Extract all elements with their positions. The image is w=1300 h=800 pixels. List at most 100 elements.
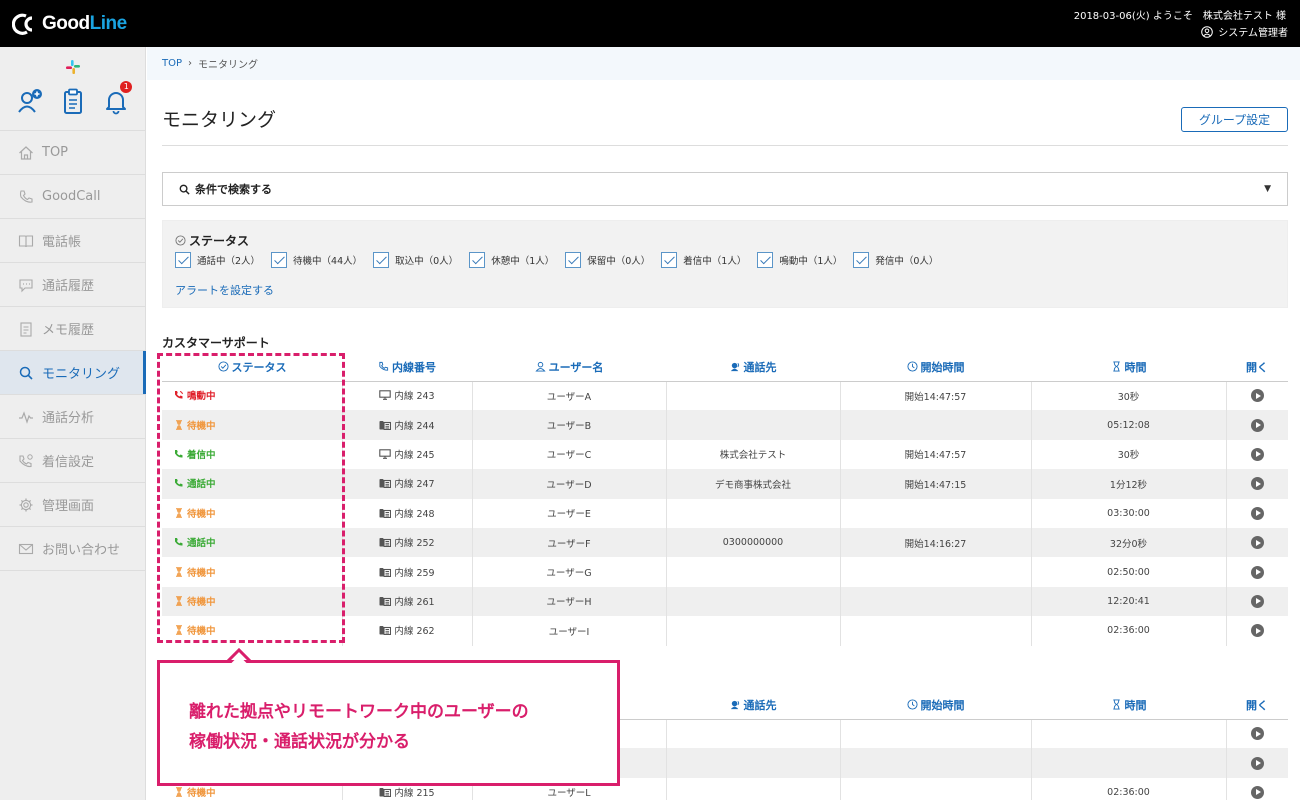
open-cell — [1226, 440, 1288, 469]
sidebar-item-incoming-settings[interactable]: 着信設定 — [0, 439, 145, 483]
table-row[interactable]: 待機中 内線 261 ユーザーH 12:20:41 — [162, 586, 1288, 617]
play-icon[interactable] — [1250, 594, 1264, 608]
table-row[interactable]: 着信中 内線 245 ユーザーC 株式会社テスト 開始14:47:57 30秒 — [162, 439, 1288, 470]
table-row[interactable]: 通話中 内線 252 ユーザーF 0300000000 開始14:16:27 32分0秒 — [162, 527, 1288, 558]
sidebar-item-contact[interactable]: お問い合わせ — [0, 527, 145, 571]
status-checkbox-list: 通話中（2人） 待機中（44人） 取込中（0人） 休憩中（1人） 保留中（0人）… — [175, 252, 938, 268]
extension-cell: 内線 252 — [342, 527, 473, 558]
desktop-icon — [379, 390, 392, 401]
play-icon[interactable] — [1250, 447, 1264, 461]
status-check-calling[interactable]: 発信中（0人） — [853, 252, 938, 268]
start-time-cell — [840, 586, 1032, 617]
extension-cell: 内線 261 — [342, 586, 473, 617]
start-time-cell — [840, 719, 1032, 749]
table-row[interactable]: 鳴動中 内線 243 ユーザーA 開始14:47:57 30秒 — [162, 381, 1288, 411]
open-cell — [1226, 748, 1288, 778]
breadcrumb-current: モニタリング — [198, 60, 259, 71]
col-start-time[interactable]: 開始時間 — [840, 353, 1031, 382]
group-settings-button[interactable]: グループ設定 — [1181, 107, 1288, 132]
play-icon[interactable] — [1250, 477, 1264, 491]
checkbox[interactable] — [175, 252, 191, 268]
checkbox[interactable] — [271, 252, 288, 268]
search-label: 条件で検索する — [195, 183, 272, 196]
sidebar-item-phonebook[interactable]: 電話帳 — [0, 219, 145, 263]
peer-cell: 株式会社テスト — [666, 439, 841, 470]
col-peer[interactable]: 通話先 — [666, 691, 840, 720]
user-role[interactable]: システム管理者 — [1201, 24, 1288, 39]
talk-icon — [730, 362, 739, 372]
col-status[interactable]: ステータス — [162, 353, 342, 382]
status-check-ringing[interactable]: 鳴動中（1人） — [757, 252, 842, 268]
clipboard-icon[interactable] — [60, 87, 86, 115]
status-check-busy[interactable]: 取込中（0人） — [373, 252, 458, 268]
play-icon[interactable] — [1250, 785, 1264, 799]
search-conditions-toggle[interactable]: 条件で検索する ▼ — [162, 172, 1288, 206]
status-cell: 待機中 — [162, 498, 343, 528]
add-user-icon[interactable] — [17, 87, 43, 115]
mail-icon — [18, 543, 34, 554]
table-row[interactable]: 待機中 内線 259 ユーザーG 02:50:00 — [162, 557, 1288, 587]
table-row[interactable]: 待機中 内線 244 ユーザーB 05:12:08 — [162, 410, 1288, 440]
breadcrumb-top[interactable]: TOP — [162, 58, 182, 69]
incoming-icon — [19, 453, 33, 467]
sidebar-item-memo-history[interactable]: メモ履歴 — [0, 307, 145, 351]
checkbox[interactable] — [757, 252, 774, 268]
checkbox[interactable] — [373, 252, 390, 268]
status-check-incoming[interactable]: 着信中（1人） — [661, 252, 746, 268]
checkbox[interactable] — [853, 252, 870, 268]
table-row[interactable]: 待機中 内線 262 ユーザーI 02:36:00 — [162, 616, 1288, 646]
play-icon[interactable] — [1250, 389, 1264, 403]
goodline-logo[interactable]: GoodLine — [12, 11, 127, 37]
col-peer[interactable]: 通話先 — [666, 353, 840, 382]
play-icon[interactable] — [1250, 536, 1264, 550]
desk-phone-icon — [379, 787, 392, 797]
play-icon[interactable] — [1250, 756, 1264, 770]
desk-phone-icon — [379, 596, 392, 606]
duration-cell: 30秒 — [1031, 381, 1227, 411]
play-icon[interactable] — [1250, 418, 1264, 432]
hourglass-icon — [176, 787, 182, 797]
duration-cell: 1分12秒 — [1031, 469, 1227, 499]
status-check-hold[interactable]: 保留中（0人） — [565, 252, 650, 268]
sidebar-item-monitoring[interactable]: モニタリング — [0, 351, 146, 395]
table-row[interactable]: 待機中 内線 248 ユーザーE 03:30:00 — [162, 498, 1288, 528]
alert-settings-link[interactable]: アラートを設定する — [175, 282, 274, 298]
slack-icon[interactable] — [65, 59, 81, 75]
checkbox[interactable] — [469, 252, 486, 268]
hourglass-icon — [1112, 699, 1120, 710]
col-extension[interactable]: 内線番号 — [342, 353, 472, 382]
table-header-row: ステータス 内線番号 ユーザー名 通話先 開始時間 時間 開く — [162, 353, 1288, 382]
welcome-text: 2018-03-06(火) ようこそ 株式会社テスト 様 — [1073, 11, 1286, 22]
duration-cell: 05:12:08 — [1031, 410, 1227, 440]
sidebar-quick-actions: 1 — [0, 47, 145, 131]
play-icon[interactable] — [1250, 506, 1264, 520]
start-time-cell — [840, 498, 1032, 528]
sidebar-item-call-analysis[interactable]: 通話分析 — [0, 395, 145, 439]
sidebar-item-call-history[interactable]: 通話履歴 — [0, 263, 145, 307]
status-check-talking[interactable]: 通話中（2人） — [175, 252, 260, 268]
start-time-cell: 開始14:47:57 — [840, 381, 1032, 411]
peer-cell: デモ商事株式会社 — [666, 469, 841, 499]
checkbox[interactable] — [661, 252, 678, 268]
status-check-waiting[interactable]: 待機中（44人） — [271, 252, 362, 268]
start-time-cell — [840, 557, 1032, 587]
table-row[interactable]: 通話中 内線 247 ユーザーD デモ商事株式会社 開始14:47:15 1分12秒 — [162, 469, 1288, 499]
sidebar-item-goodcall[interactable]: GoodCall — [0, 175, 145, 219]
sidebar-item-admin[interactable]: 管理画面 — [0, 483, 145, 527]
open-cell — [1226, 586, 1288, 617]
extension-cell: 内線 244 — [342, 410, 473, 440]
search-icon — [19, 366, 33, 380]
col-duration[interactable]: 時間 — [1031, 691, 1226, 720]
peer-cell — [666, 748, 841, 778]
checkbox[interactable] — [565, 252, 582, 268]
play-icon[interactable] — [1250, 624, 1264, 638]
memo-icon — [20, 321, 32, 337]
col-user-name[interactable]: ユーザー名 — [472, 353, 666, 382]
play-icon[interactable] — [1250, 565, 1264, 579]
sidebar-item-top[interactable]: TOP — [0, 131, 145, 175]
status-check-break[interactable]: 休憩中（1人） — [469, 252, 554, 268]
col-start-time[interactable]: 開始時間 — [840, 691, 1031, 720]
col-duration[interactable]: 時間 — [1031, 353, 1226, 382]
notification-bell[interactable]: 1 — [103, 81, 133, 115]
play-icon[interactable] — [1250, 727, 1264, 741]
